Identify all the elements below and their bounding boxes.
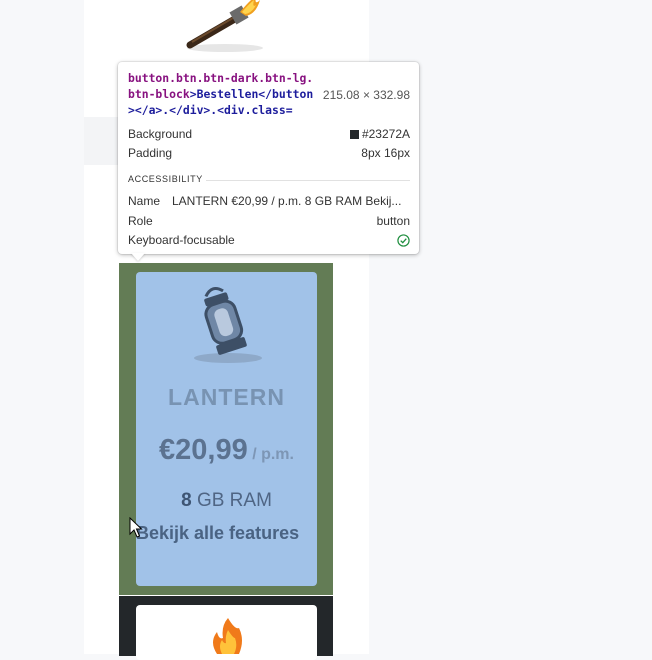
fire-icon	[213, 618, 242, 654]
focusable-label: Keyboard-focusable	[128, 233, 235, 247]
padding-row: Padding 8px 16px	[128, 144, 410, 162]
name-label: Name	[128, 194, 161, 208]
background-value: #23272A	[349, 127, 410, 141]
name-row: Name LANTERN €20,99 / p.m. 8 GB RAM Beki…	[128, 194, 410, 210]
element-selector: button.btn.btn-dark.btn-lg.btn-block>Bes…	[128, 70, 316, 118]
ram-amount: 8	[181, 490, 192, 511]
plan-period: / p.m.	[252, 446, 294, 463]
inspect-tooltip: button.btn.btn-dark.btn-lg.btn-block>Bes…	[118, 62, 419, 254]
divider	[206, 180, 410, 181]
color-swatch	[349, 129, 359, 139]
check-icon	[397, 233, 410, 247]
torch-icon	[186, 0, 263, 52]
tooltip-arrow	[131, 253, 145, 261]
focusable-row: Keyboard-focusable	[128, 231, 410, 249]
role-value: button	[376, 214, 410, 228]
plan-title: LANTERN	[168, 384, 285, 410]
name-value: LANTERN €20,99 / p.m. 8 GB RAM Bekij...	[172, 194, 402, 208]
background-hex: #23272A	[361, 127, 410, 141]
lantern-icon	[194, 287, 262, 363]
padding-value: 8px 16px	[361, 146, 410, 160]
ram-unit: GB RAM	[196, 490, 272, 511]
element-dimensions: 215.08 × 332.98	[322, 88, 410, 102]
plan-price: €20,99	[159, 434, 248, 466]
role-label: Role	[128, 214, 153, 228]
plan-price-line: €20,99 / p.m.	[136, 434, 317, 467]
padding-label: Padding	[128, 146, 173, 160]
role-row: Role button	[128, 212, 410, 230]
cursor-icon	[129, 517, 143, 538]
features-link[interactable]: Bekijk alle features	[136, 523, 326, 544]
background-label: Background	[128, 127, 193, 141]
plan-ram: 8 GB RAM	[136, 490, 317, 512]
accessibility-heading: ACCESSIBILITY	[128, 174, 203, 184]
background-row: Background #23272A	[128, 125, 410, 143]
